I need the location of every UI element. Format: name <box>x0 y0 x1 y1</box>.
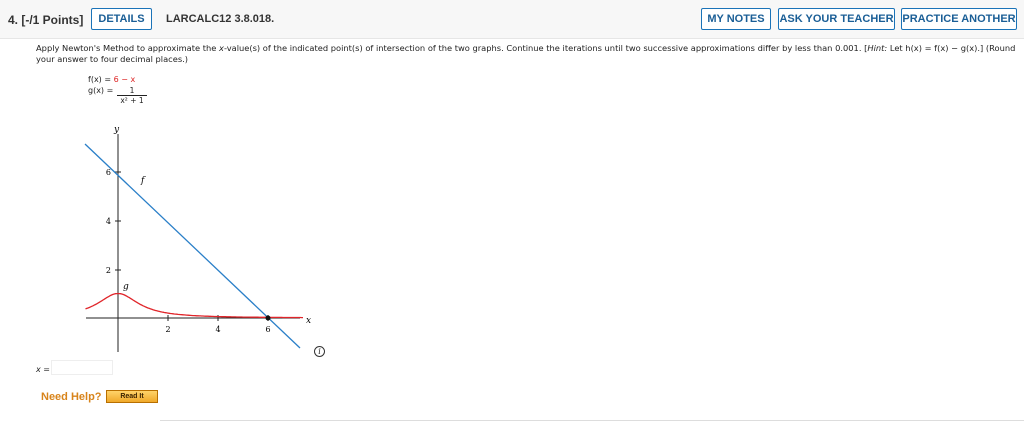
hint-label: Hint: <box>867 43 888 53</box>
x-axis-label: x <box>306 316 311 326</box>
g-numerator: 1 <box>117 86 147 96</box>
f-definition: f(x) = 6 − x <box>88 75 135 84</box>
g-lhs: g(x) = <box>88 86 114 95</box>
x-tick-label: 6 <box>265 325 270 334</box>
f-label: f <box>140 176 146 186</box>
ask-your-teacher-button[interactable]: ASK YOUR TEACHER <box>778 8 895 30</box>
y-tick-label: 4 <box>106 217 111 226</box>
g-label: g <box>123 282 129 292</box>
prompt-text: Apply Newton's Method to approximate the <box>36 43 220 53</box>
problem-statement: Apply Newton's Method to approximate the… <box>36 43 1018 65</box>
f-lhs: f(x) = <box>88 75 114 84</box>
question-points: 4. [-/1 Points] <box>8 13 84 27</box>
y-axis-label: y <box>113 125 120 135</box>
intersection-point <box>265 315 271 321</box>
practice-another-button[interactable]: PRACTICE ANOTHER <box>901 8 1017 30</box>
prompt-text: -value(s) of the indicated point(s) of i… <box>223 43 868 53</box>
my-notes-button[interactable]: MY NOTES <box>701 8 771 30</box>
answer-label: x = <box>36 365 50 374</box>
x-tick-label: 2 <box>165 325 170 334</box>
problem-code: LARCALC12 3.8.018. <box>166 13 275 25</box>
info-icon[interactable]: i <box>314 346 325 357</box>
f-rhs: 6 − x <box>113 75 136 84</box>
y-tick-label: 2 <box>106 266 111 275</box>
y-tick-label: 6 <box>106 168 111 177</box>
question-header: 4. [-/1 Points] DETAILS LARCALC12 3.8.01… <box>0 0 1024 39</box>
divider <box>160 420 1024 421</box>
g-denominator: x² + 1 <box>120 96 144 105</box>
x-tick-label: 4 <box>215 325 220 334</box>
answer-input[interactable] <box>51 360 113 375</box>
read-it-button[interactable]: Read It <box>106 390 158 403</box>
graph: 6 4 2 2 4 6 y x f g <box>84 125 311 352</box>
details-button[interactable]: DETAILS <box>91 8 152 30</box>
g-fraction: 1 x² + 1 <box>117 86 147 106</box>
g-definition: g(x) = <box>88 86 113 95</box>
need-help-label: Need Help? <box>41 391 102 403</box>
